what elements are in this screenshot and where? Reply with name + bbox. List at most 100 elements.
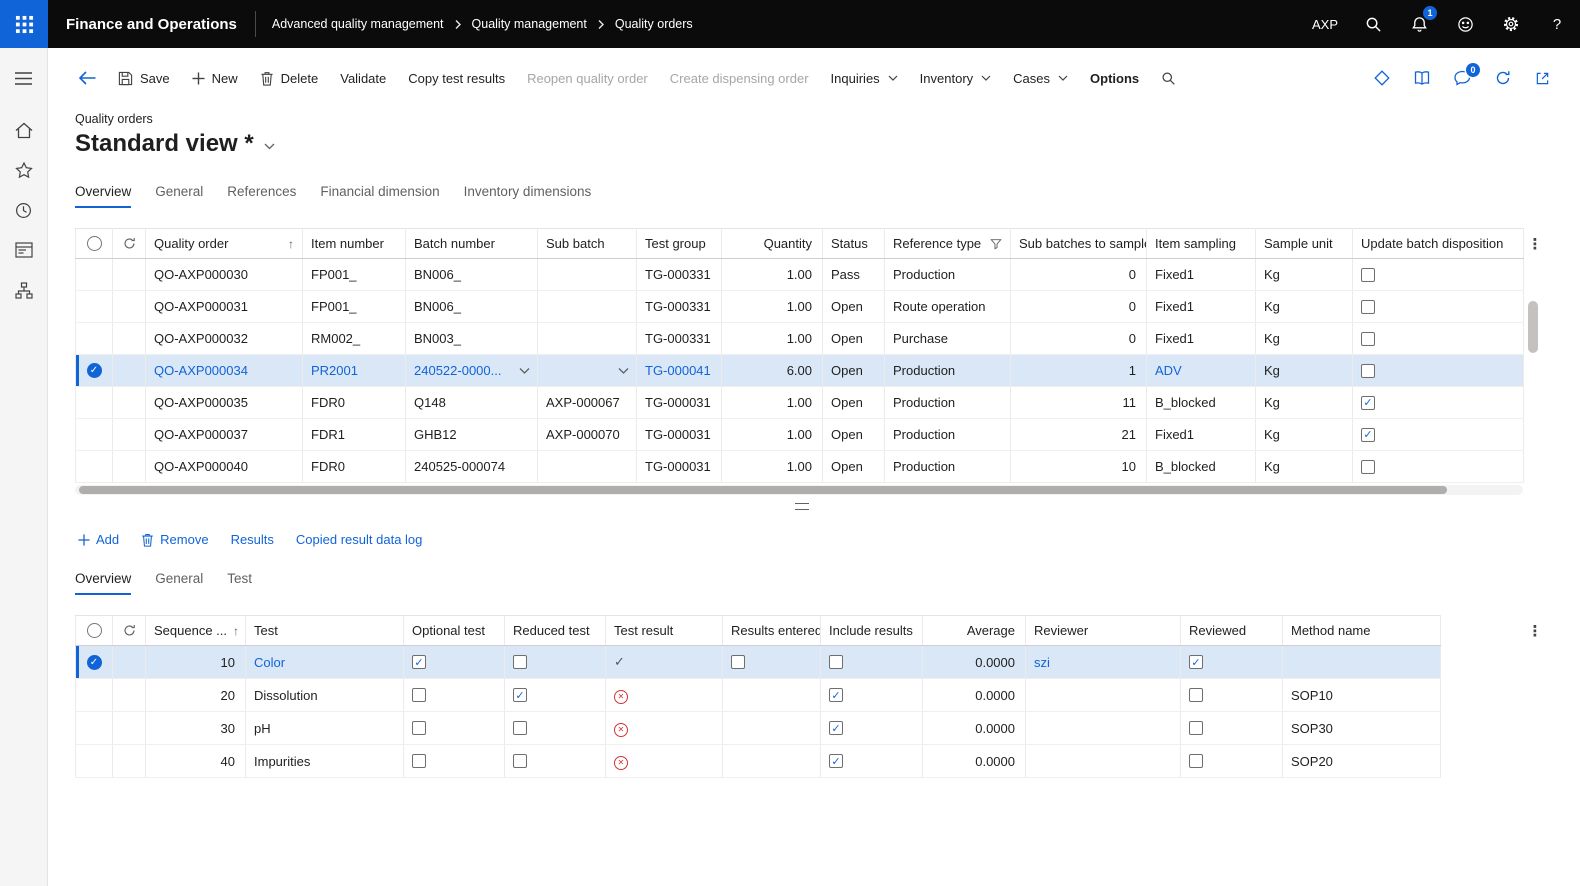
cell-reference-type[interactable]: Production	[885, 355, 1011, 387]
cell-sel[interactable]	[76, 679, 113, 712]
cell-sel[interactable]	[76, 646, 113, 679]
cell-item-number[interactable]: FDR1	[303, 419, 406, 451]
cell-sample-unit[interactable]: Kg	[1256, 355, 1353, 387]
copy-test-results-button[interactable]: Copy test results	[408, 71, 505, 86]
cell-item-sampling[interactable]: B_blocked	[1147, 451, 1256, 483]
col-header-reviewer[interactable]: Reviewer	[1026, 616, 1181, 646]
power-apps-button[interactable]	[1374, 70, 1390, 86]
cell-batch-number[interactable]: Q148	[406, 387, 538, 419]
cell-sel[interactable]	[76, 323, 113, 355]
cell-quality-order[interactable]: QO-AXP000034	[146, 355, 303, 387]
cell-batch-number[interactable]: BN006_	[406, 259, 538, 291]
action-search-button[interactable]	[1161, 71, 1176, 86]
cell-optional-test[interactable]	[404, 745, 505, 778]
task-guide-button[interactable]	[1414, 70, 1430, 86]
cell-value[interactable]: ADV	[1155, 363, 1182, 378]
cell-batch-number[interactable]: BN003_	[406, 323, 538, 355]
cell-sel[interactable]	[76, 387, 113, 419]
col-header-sequence[interactable]: Sequence ...↑	[146, 616, 246, 646]
col-header-include-results[interactable]: Include results	[821, 616, 923, 646]
col-header-test-result[interactable]: Test result	[606, 616, 723, 646]
cell-reduced-test[interactable]	[505, 712, 606, 745]
cell-method-name[interactable]	[1283, 646, 1441, 679]
cell-test[interactable]: Dissolution	[246, 679, 404, 712]
cases-menu-button[interactable]: Cases	[1013, 71, 1068, 86]
update-batch-disposition-checkbox[interactable]	[1361, 428, 1375, 442]
sidebar-item-modules[interactable]	[0, 270, 48, 310]
cell-test-group[interactable]: TG-000031	[637, 387, 722, 419]
cell-sub-batches-to-sample[interactable]: 0	[1011, 259, 1147, 291]
cell-sample-unit[interactable]: Kg	[1256, 291, 1353, 323]
reviewed-checkbox[interactable]	[1189, 721, 1203, 735]
cell-quantity[interactable]: 1.00	[722, 387, 823, 419]
col-header-sub-batch[interactable]: Sub batch	[538, 229, 637, 259]
include-results-checkbox[interactable]	[829, 754, 843, 768]
select-all-radio[interactable]	[87, 236, 102, 251]
col-header-quantity[interactable]: Quantity	[722, 229, 823, 259]
cell-quantity[interactable]: 1.00	[722, 291, 823, 323]
col-header-sample-unit[interactable]: Sample unit	[1256, 229, 1353, 259]
cell-reduced-test[interactable]	[505, 745, 606, 778]
settings-button[interactable]	[1488, 0, 1534, 48]
cell-test[interactable]: pH	[246, 712, 404, 745]
cell-test[interactable]: Impurities	[246, 745, 404, 778]
include-results-checkbox[interactable]	[829, 721, 843, 735]
table-row[interactable]: QO-AXP000035FDR0Q148AXP-000067TG-0000311…	[76, 387, 1524, 419]
cell-reviewed[interactable]	[1181, 646, 1283, 679]
cell-test-group[interactable]: TG-000331	[637, 291, 722, 323]
cell-reduced-test[interactable]	[505, 646, 606, 679]
cell-include-results[interactable]	[821, 712, 923, 745]
cell-batch-number[interactable]: 240522-0000...	[406, 355, 538, 387]
cell-batch-number[interactable]: 240525-000074	[406, 451, 538, 483]
cell-sequence[interactable]: 20	[146, 679, 246, 712]
cell-include-results[interactable]	[821, 679, 923, 712]
cell-quality-order[interactable]: QO-AXP000037	[146, 419, 303, 451]
horizontal-scrollbar-thumb[interactable]	[79, 486, 1447, 494]
cell-sub-batch[interactable]	[538, 451, 637, 483]
reduced-test-checkbox[interactable]	[513, 688, 527, 702]
cell-item-sampling[interactable]: Fixed1	[1147, 323, 1256, 355]
cell-sub-batch[interactable]: AXP-000067	[538, 387, 637, 419]
cell-reference-type[interactable]: Purchase	[885, 323, 1011, 355]
back-button[interactable]	[78, 71, 96, 85]
cell-reference-type[interactable]: Production	[885, 451, 1011, 483]
sidebar-item-home[interactable]	[0, 110, 48, 150]
col-header-average[interactable]: Average	[923, 616, 1026, 646]
cell-status[interactable]: Open	[823, 355, 885, 387]
cell-reference-type[interactable]: Route operation	[885, 291, 1011, 323]
cell-sub-batches-to-sample[interactable]: 11	[1011, 387, 1147, 419]
table-row[interactable]: QO-AXP000034PR2001240522-0000... TG-00004…	[76, 355, 1524, 387]
table-row[interactable]: 40Impurities✕0.0000SOP20	[76, 745, 1441, 778]
help-button[interactable]: ?	[1534, 0, 1580, 48]
app-title[interactable]: Finance and Operations	[48, 16, 255, 33]
cell-sub-batches-to-sample[interactable]: 21	[1011, 419, 1147, 451]
tab-financial-dimension[interactable]: Financial dimension	[320, 184, 439, 208]
filter-funnel-icon[interactable]	[990, 238, 1002, 250]
cell-quality-order[interactable]: QO-AXP000030	[146, 259, 303, 291]
cell-reviewed[interactable]	[1181, 712, 1283, 745]
table-row[interactable]: 10Color✓0.0000szi	[76, 646, 1441, 679]
cell-sub-batch[interactable]	[538, 355, 637, 387]
sidebar-item-favorites[interactable]	[0, 150, 48, 190]
cell-quality-order[interactable]: QO-AXP000040	[146, 451, 303, 483]
cell-status[interactable]: Open	[823, 419, 885, 451]
include-results-checkbox[interactable]	[829, 688, 843, 702]
update-batch-disposition-checkbox[interactable]	[1361, 396, 1375, 410]
col-header-reviewed[interactable]: Reviewed	[1181, 616, 1283, 646]
cell-sequence[interactable]: 30	[146, 712, 246, 745]
optional-test-checkbox[interactable]	[412, 754, 426, 768]
cell-sub-batch[interactable]	[538, 323, 637, 355]
cell-method-name[interactable]: SOP10	[1283, 679, 1441, 712]
cell-test-group[interactable]: TG-000041	[637, 355, 722, 387]
cell-update-batch-disposition[interactable]	[1353, 419, 1524, 451]
cell-item-number[interactable]: PR2001	[303, 355, 406, 387]
col-header-update-batch-disposition[interactable]: Update batch disposition	[1353, 229, 1524, 259]
cell-value[interactable]: szi	[1034, 655, 1050, 670]
cell-reviewer[interactable]	[1026, 745, 1181, 778]
reopen-quality-order-button[interactable]: Reopen quality order	[527, 71, 648, 86]
create-dispensing-order-button[interactable]: Create dispensing order	[670, 71, 809, 86]
row-select-radio[interactable]	[87, 655, 102, 670]
copied-result-data-log-button[interactable]: Copied result data log	[296, 532, 422, 547]
col-header-test[interactable]: Test	[246, 616, 404, 646]
feedback-button[interactable]	[1442, 0, 1488, 48]
